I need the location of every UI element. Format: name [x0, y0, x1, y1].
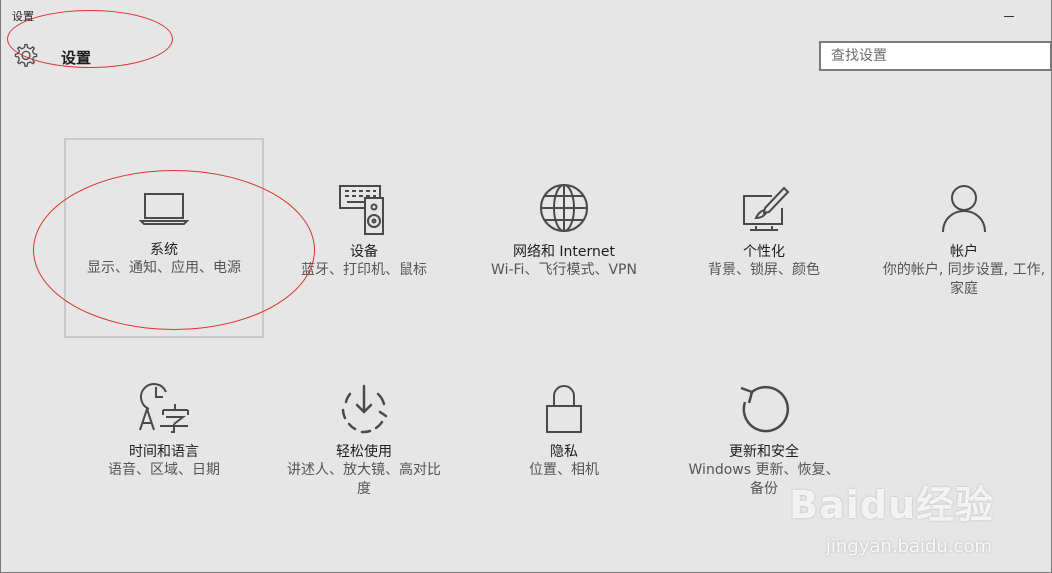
tile-name: 隐私 — [550, 444, 578, 460]
tile-desc: Wi-Fi、飞行模式、VPN — [491, 262, 637, 278]
tile-name: 轻松使用 — [336, 444, 392, 460]
time-language-icon — [136, 382, 192, 438]
tile-name: 帐户 — [950, 244, 978, 260]
tile-ease-of-access[interactable]: 轻松使用 讲述人、放大镜、高对比度 — [264, 340, 464, 540]
tile-name: 个性化 — [743, 244, 785, 260]
laptop-icon — [136, 180, 192, 236]
devices-icon — [336, 182, 392, 238]
title-bar[interactable]: 设置 — [0, 0, 1052, 32]
update-icon — [736, 382, 792, 438]
search-input[interactable] — [819, 41, 1052, 71]
tile-name: 更新和安全 — [729, 444, 799, 460]
tile-desc: 你的帐户, 同步设置, 工作, 家庭 — [882, 262, 1046, 297]
lock-icon — [536, 382, 592, 438]
tile-name: 时间和语言 — [129, 444, 199, 460]
tile-name: 网络和 Internet — [512, 244, 616, 260]
tile-personalization[interactable]: 个性化 背景、锁屏、颜色 — [664, 140, 864, 340]
tile-name: 系统 — [150, 242, 178, 258]
tile-privacy[interactable]: 隐私 位置、相机 — [464, 340, 664, 540]
paint-icon — [736, 182, 792, 238]
tile-desc: 蓝牙、打印机、鼠标 — [301, 262, 427, 278]
tile-desc: 显示、通知、应用、电源 — [87, 260, 241, 276]
tile-accounts[interactable]: 帐户 你的帐户, 同步设置, 工作, 家庭 — [864, 140, 1052, 340]
tile-time-language[interactable]: 时间和语言 语音、区域、日期 — [64, 340, 264, 540]
person-icon — [936, 182, 992, 238]
watermark-url: jingyan.baidu.com — [825, 536, 992, 557]
page-title: 设置 — [61, 49, 92, 67]
tile-desc: 讲述人、放大镜、高对比度 — [287, 462, 441, 497]
tile-devices[interactable]: 设备 蓝牙、打印机、鼠标 — [264, 140, 464, 340]
tile-name: 设备 — [350, 244, 378, 260]
tile-desc: 语音、区域、日期 — [108, 462, 220, 478]
gear-icon — [12, 43, 38, 69]
tile-desc: 背景、锁屏、颜色 — [708, 262, 820, 278]
tile-desc: 位置、相机 — [529, 462, 599, 478]
watermark-logo: Baidu经验 — [789, 483, 994, 527]
globe-icon — [536, 182, 592, 238]
minimize-button[interactable] — [986, 6, 1032, 26]
tile-network[interactable]: 网络和 Internet Wi-Fi、飞行模式、VPN — [464, 140, 664, 340]
tile-system[interactable]: 系统 显示、通知、应用、电源 — [64, 138, 264, 338]
window-title: 设置 — [12, 10, 34, 23]
ease-of-access-icon — [336, 382, 392, 438]
